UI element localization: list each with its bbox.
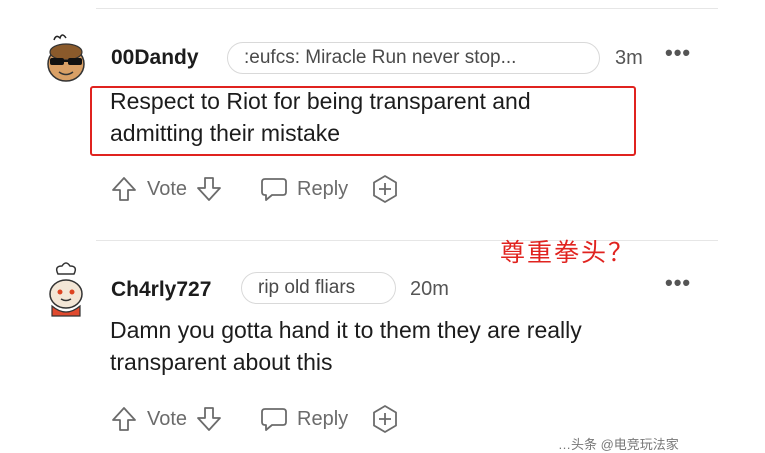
reply-bubble-icon [261,408,287,431]
downvote-arrow-icon [197,407,221,431]
user-flair: rip old fliars [241,272,396,304]
downvote-button[interactable] [195,175,223,203]
downvote-button[interactable] [195,405,223,433]
comment-body-line-1: Damn you gotta hand it to them they are … [110,317,582,343]
comment-username[interactable]: Ch4rly727 [111,278,211,302]
comment-body-line-2: admitting their mistake [110,120,341,146]
upvote-button[interactable] [110,175,138,203]
top-divider [96,8,718,9]
red-annotation-text: 尊重拳头？ [500,239,636,267]
more-dots-icon[interactable]: ••• [665,270,691,296]
reply-label: Reply [297,407,349,430]
snoo-avatar-chef-icon[interactable] [40,262,92,318]
downvote-arrow-icon [197,177,221,201]
comment-body-line-1: Respect to Riot for being transparent an… [110,88,531,114]
reply-button[interactable]: Reply [259,405,348,433]
snoo-avatar-sunglasses-icon[interactable] [40,30,92,86]
comment-body-line-2: transparent about this [110,349,333,375]
comment-action-row: Vote Reply [110,403,400,435]
upvote-button[interactable] [110,405,138,433]
vote-label: Vote [147,177,188,200]
reply-label: Reply [297,177,349,200]
reply-bubble-icon [261,178,287,201]
user-flair: :eufcs: Miracle Run never stop... [227,42,600,74]
award-plus-icon [373,175,398,203]
upvote-arrow-icon [112,177,136,201]
award-button[interactable] [370,404,400,434]
award-plus-icon [373,405,398,433]
comment-action-row: Vote Reply [110,173,400,205]
vote-label: Vote [147,407,188,430]
more-dots-icon[interactable]: ••• [665,40,691,66]
upvote-arrow-icon [112,407,136,431]
comment-timestamp: 3m [615,47,643,69]
comment-timestamp: 20m [410,278,449,300]
award-button[interactable] [370,174,400,204]
comment-username[interactable]: 00Dandy [111,46,199,70]
reply-button[interactable]: Reply [259,175,348,203]
